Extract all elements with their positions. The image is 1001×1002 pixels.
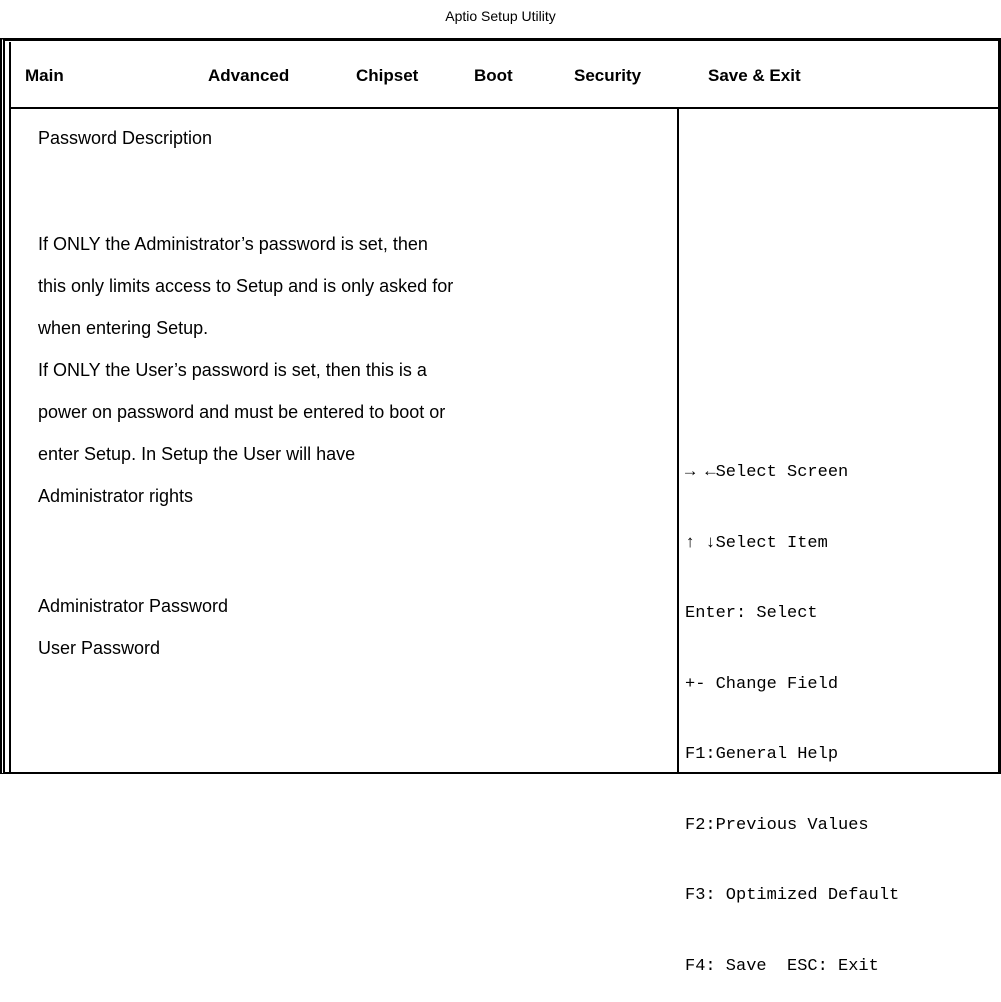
description-line: power on password and must be entered to… [38,402,446,422]
description-line: when entering Setup. [38,318,209,338]
administrator-password-item[interactable]: Administrator Password [38,596,228,617]
description-line: If ONLY the Administrator’s password is … [38,234,428,254]
window-title: Aptio Setup Utility [445,8,556,24]
help-line-change-field: +- Change Field [685,674,839,694]
user-password-item[interactable]: User Password [38,638,160,659]
tab-security[interactable]: Security [574,66,641,86]
help-line-select-item: ↑ ↓Select Item [685,533,828,553]
frame-inner-border [9,42,11,772]
menu-bar: Main Advanced Chipset Boot Security Save… [11,41,998,109]
password-description-heading: Password Description [38,128,213,148]
help-line-previous-values: F2:Previous Values [685,815,869,835]
tab-save-exit[interactable]: Save & Exit [708,66,801,86]
tab-chipset[interactable]: Chipset [356,66,418,86]
key-help-panel: → ←Select Screen ↑ ↓Select Item Enter: S… [685,414,899,1002]
help-line-general-help: F1:General Help [685,745,839,764]
description-line: If ONLY the User’s password is set, then… [38,360,427,380]
tab-main[interactable]: Main [25,66,64,86]
description-line: enter Setup. In Setup the User will have [38,444,356,464]
description-line: this only limits access to Setup and is … [38,276,454,296]
tab-boot[interactable]: Boot [474,66,513,86]
column-divider [677,109,679,772]
description-line: Administrator rights [38,486,194,506]
help-line-optimized-default: F3: Optimized Default [685,886,900,905]
help-line-save-exit: F4: Save ESC: Exit [685,956,879,976]
help-line-select-screen: → ←Select Screen [685,463,849,482]
help-line-enter-select: Enter: Select [685,604,818,623]
tab-advanced[interactable]: Advanced [208,66,289,86]
